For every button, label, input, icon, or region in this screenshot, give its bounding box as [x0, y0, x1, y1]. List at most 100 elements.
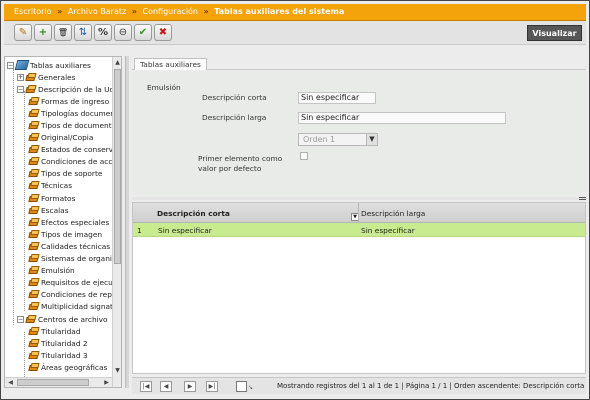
toolbar-buttons: ✎ + 🗑 ⇅ % ⊖ ✔ ✖ [14, 24, 172, 42]
tree-item[interactable]: Requisitos de ejecución [28, 277, 121, 289]
folder-icon [28, 229, 40, 239]
tree-item[interactable]: − Descripción de la Ud... [17, 83, 121, 95]
stop-button[interactable]: ⊖ [114, 24, 132, 41]
scroll-down-icon[interactable]: ▼ [114, 366, 121, 375]
app-window: Escritorio » Archivo Baratz » Configurac… [0, 0, 590, 400]
short-description-field[interactable]: Sin especificar [298, 92, 376, 104]
tree-item[interactable]: Tipologías documentales [28, 107, 121, 119]
page-size-icon[interactable] [236, 381, 247, 392]
folder-icon [28, 350, 40, 360]
tree-item[interactable]: Tipos de soporte [28, 168, 103, 180]
long-description-field[interactable]: Sin especificar [298, 112, 506, 124]
scroll-thumb[interactable] [114, 69, 121, 264]
breadcrumb-link-configuracion[interactable]: Configuración [142, 7, 198, 16]
pager-status: Mostrando registros del 1 al 1 de 1 | Pá… [277, 382, 585, 390]
tree-item[interactable]: Escalas [28, 204, 69, 216]
scroll-left-icon[interactable]: ◀ [6, 378, 15, 387]
column-separator[interactable] [358, 203, 359, 223]
tree-item-label: Generales [38, 72, 76, 82]
first-page-button[interactable]: |◀ [140, 381, 152, 392]
edit-button[interactable]: ✎ [14, 24, 32, 41]
accept-icon: ✔ [138, 26, 148, 38]
tree-item[interactable]: − Centros de archivo [17, 313, 108, 325]
tree-item-label: Condiciones de reproducción [41, 290, 122, 300]
section-title: Emulsión [147, 83, 181, 92]
last-page-button[interactable]: ▶| [206, 381, 218, 392]
tree-item-label: Centros de archivo [38, 314, 108, 324]
tree-item[interactable]: Condiciones de acceso [28, 156, 121, 168]
row-number: 1 [137, 226, 142, 235]
tree-item[interactable]: Sistemas de organización [28, 253, 121, 265]
column-header-short[interactable]: Descripción corta [157, 209, 230, 218]
tree-item[interactable]: Condiciones de reproducción [28, 289, 122, 301]
tree-item-label: Escalas [41, 205, 69, 215]
collapse-icon[interactable]: − [17, 315, 24, 323]
chevron-down-icon[interactable]: ▼ [366, 134, 377, 145]
panel-splitter[interactable] [125, 56, 129, 388]
tree-item[interactable]: Titularidad 2 [28, 337, 88, 349]
folder-icon [28, 108, 40, 118]
scroll-up-icon[interactable]: ▲ [114, 58, 121, 67]
tree-item-label: Sistemas de organización [41, 254, 121, 263]
tree-item[interactable]: Titularidad [28, 325, 81, 337]
toolbar: ✎ + 🗑 ⇅ % ⊖ ✔ ✖ Visualizar [4, 21, 586, 45]
tree-item-label: Original/Copia [41, 133, 94, 142]
sort-az-icon: ⇅ [78, 26, 88, 38]
tree-root-label: Tablas auxiliares [30, 60, 91, 70]
collapse-icon[interactable]: − [17, 85, 24, 93]
collapse-panel-icon[interactable] [579, 197, 586, 200]
breadcrumb-link-escritorio[interactable]: Escritorio [14, 7, 52, 16]
first-default-checkbox[interactable] [300, 152, 308, 160]
tree-item[interactable]: Calidades técnicas [28, 240, 110, 252]
folder-icon [25, 72, 37, 82]
tree-item-label: Tipos de documento [41, 120, 117, 130]
collapse-icon[interactable]: − [7, 61, 14, 69]
scroll-thumb[interactable] [17, 379, 89, 386]
tree-item[interactable]: Original/Copia [28, 132, 94, 144]
percent-button[interactable]: % [94, 24, 112, 41]
tree-vertical-scrollbar[interactable]: ▲ ▼ [112, 57, 121, 387]
tree-item[interactable]: Multiplicidad signatura [28, 301, 121, 313]
column-header-long[interactable]: Descripción larga [361, 209, 425, 218]
tree-item[interactable]: Áreas geográficas [28, 361, 107, 373]
tab-tablas-auxiliares[interactable]: Tablas auxiliares [134, 58, 207, 70]
accept-button[interactable]: ✔ [134, 24, 152, 41]
folder-icon [28, 205, 40, 215]
tree-item[interactable]: Titularidad 3 [28, 349, 88, 361]
expand-icon[interactable]: + [17, 73, 24, 81]
prev-page-button[interactable]: ◀ [160, 381, 172, 392]
tree-item[interactable]: Tipos de imagen [28, 228, 103, 240]
tree-item-label: Tipos de imagen [41, 229, 103, 239]
tree-item-label: Efectos especiales [41, 217, 110, 227]
folder-icon [28, 338, 40, 348]
tree-item[interactable]: Tipos de documento [28, 119, 117, 131]
tree-item[interactable]: Emulsión [28, 265, 75, 277]
horizontal-splitter[interactable] [132, 197, 586, 200]
tree-item-label: Tipologías documentales [41, 108, 121, 118]
stop-icon: ⊖ [118, 26, 128, 38]
scroll-right-icon[interactable]: ▶ [102, 378, 111, 387]
tree-horizontal-scrollbar[interactable]: ◀ ▶ [5, 377, 112, 387]
delete-button[interactable]: 🗑 [54, 24, 72, 41]
tree-item-label: Estados de conservación [41, 145, 121, 155]
export-icon[interactable]: ↘ [248, 384, 253, 391]
tree-item[interactable]: Estados de conservación [28, 144, 121, 156]
first-default-label-line2: valor por defecto [198, 164, 262, 173]
visualizar-button[interactable]: Visualizar [527, 25, 582, 41]
add-button[interactable]: + [34, 24, 52, 41]
next-page-button[interactable]: ▶ [184, 381, 196, 392]
tree-item-label: Tipos de soporte [41, 169, 103, 179]
breadcrumb-link-archivo[interactable]: Archivo Baratz [68, 7, 126, 16]
table-row[interactable]: 1 Sin especificar Sin especificar [133, 223, 585, 237]
sort-button[interactable]: ⇅ [74, 24, 92, 41]
tree-item[interactable]: Formas de ingreso [28, 95, 109, 107]
tree-item[interactable]: Técnicas [28, 180, 72, 192]
order-select[interactable]: Orden 1 ▼ [298, 133, 378, 146]
tree-item[interactable]: Formatos [28, 192, 75, 204]
tree-item[interactable]: + Generales [17, 71, 76, 83]
tree-item[interactable]: Efectos especiales [28, 216, 110, 228]
grid-header: Descripción corta ▼ Descripción larga [133, 203, 585, 223]
edit-icon: ✎ [18, 26, 28, 38]
tree-root[interactable]: − Tablas auxiliares [7, 59, 91, 71]
cancel-button[interactable]: ✖ [154, 24, 172, 41]
